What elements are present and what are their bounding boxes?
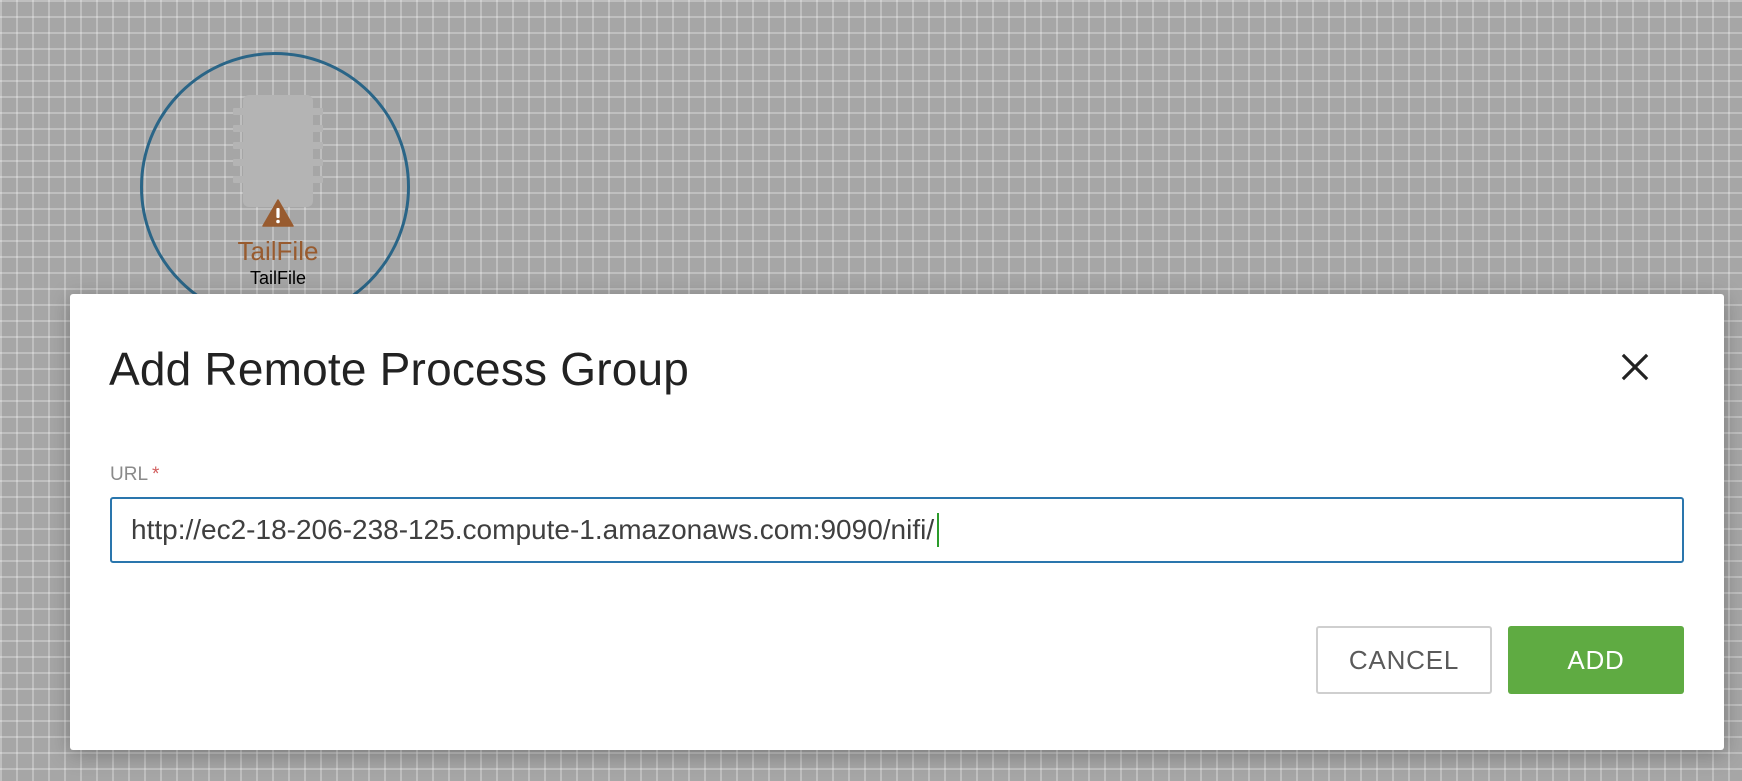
chip-pin-left-3 bbox=[233, 142, 245, 149]
url-field-label: URL * bbox=[110, 464, 159, 486]
chip-pin-left-1 bbox=[233, 108, 245, 115]
add-remote-process-group-dialog: Add Remote Process Group URL * http://ec2… bbox=[70, 294, 1724, 750]
chip-pin-right-3 bbox=[311, 142, 323, 149]
processor-name: TailFile bbox=[237, 236, 319, 266]
chip-pin-right-1 bbox=[311, 108, 323, 115]
processor-chip-icon bbox=[243, 95, 313, 207]
add-button[interactable]: ADD bbox=[1508, 626, 1684, 694]
url-input[interactable]: http://ec2-18-206-238-125.compute-1.amaz… bbox=[110, 497, 1684, 563]
warning-icon[interactable] bbox=[262, 199, 294, 227]
url-input-value: http://ec2-18-206-238-125.compute-1.amaz… bbox=[131, 514, 935, 545]
chip-pin-right-4 bbox=[311, 159, 323, 166]
dialog-title: Add Remote Process Group bbox=[109, 343, 690, 395]
text-caret bbox=[937, 513, 940, 547]
close-icon bbox=[1621, 353, 1649, 381]
processor-tailfile[interactable]: TailFile TailFile bbox=[140, 52, 410, 322]
chip-pin-left-5 bbox=[233, 176, 245, 183]
chip-pin-right-5 bbox=[311, 176, 323, 183]
chip-pin-right-2 bbox=[311, 125, 323, 132]
chip-pin-left-2 bbox=[233, 125, 245, 132]
close-button[interactable] bbox=[1614, 346, 1656, 388]
chip-pin-left-4 bbox=[233, 159, 245, 166]
cancel-button[interactable]: CANCEL bbox=[1316, 626, 1492, 694]
required-marker: * bbox=[152, 464, 160, 485]
url-label-text: URL bbox=[110, 464, 149, 485]
processor-type: TailFile bbox=[249, 268, 306, 288]
